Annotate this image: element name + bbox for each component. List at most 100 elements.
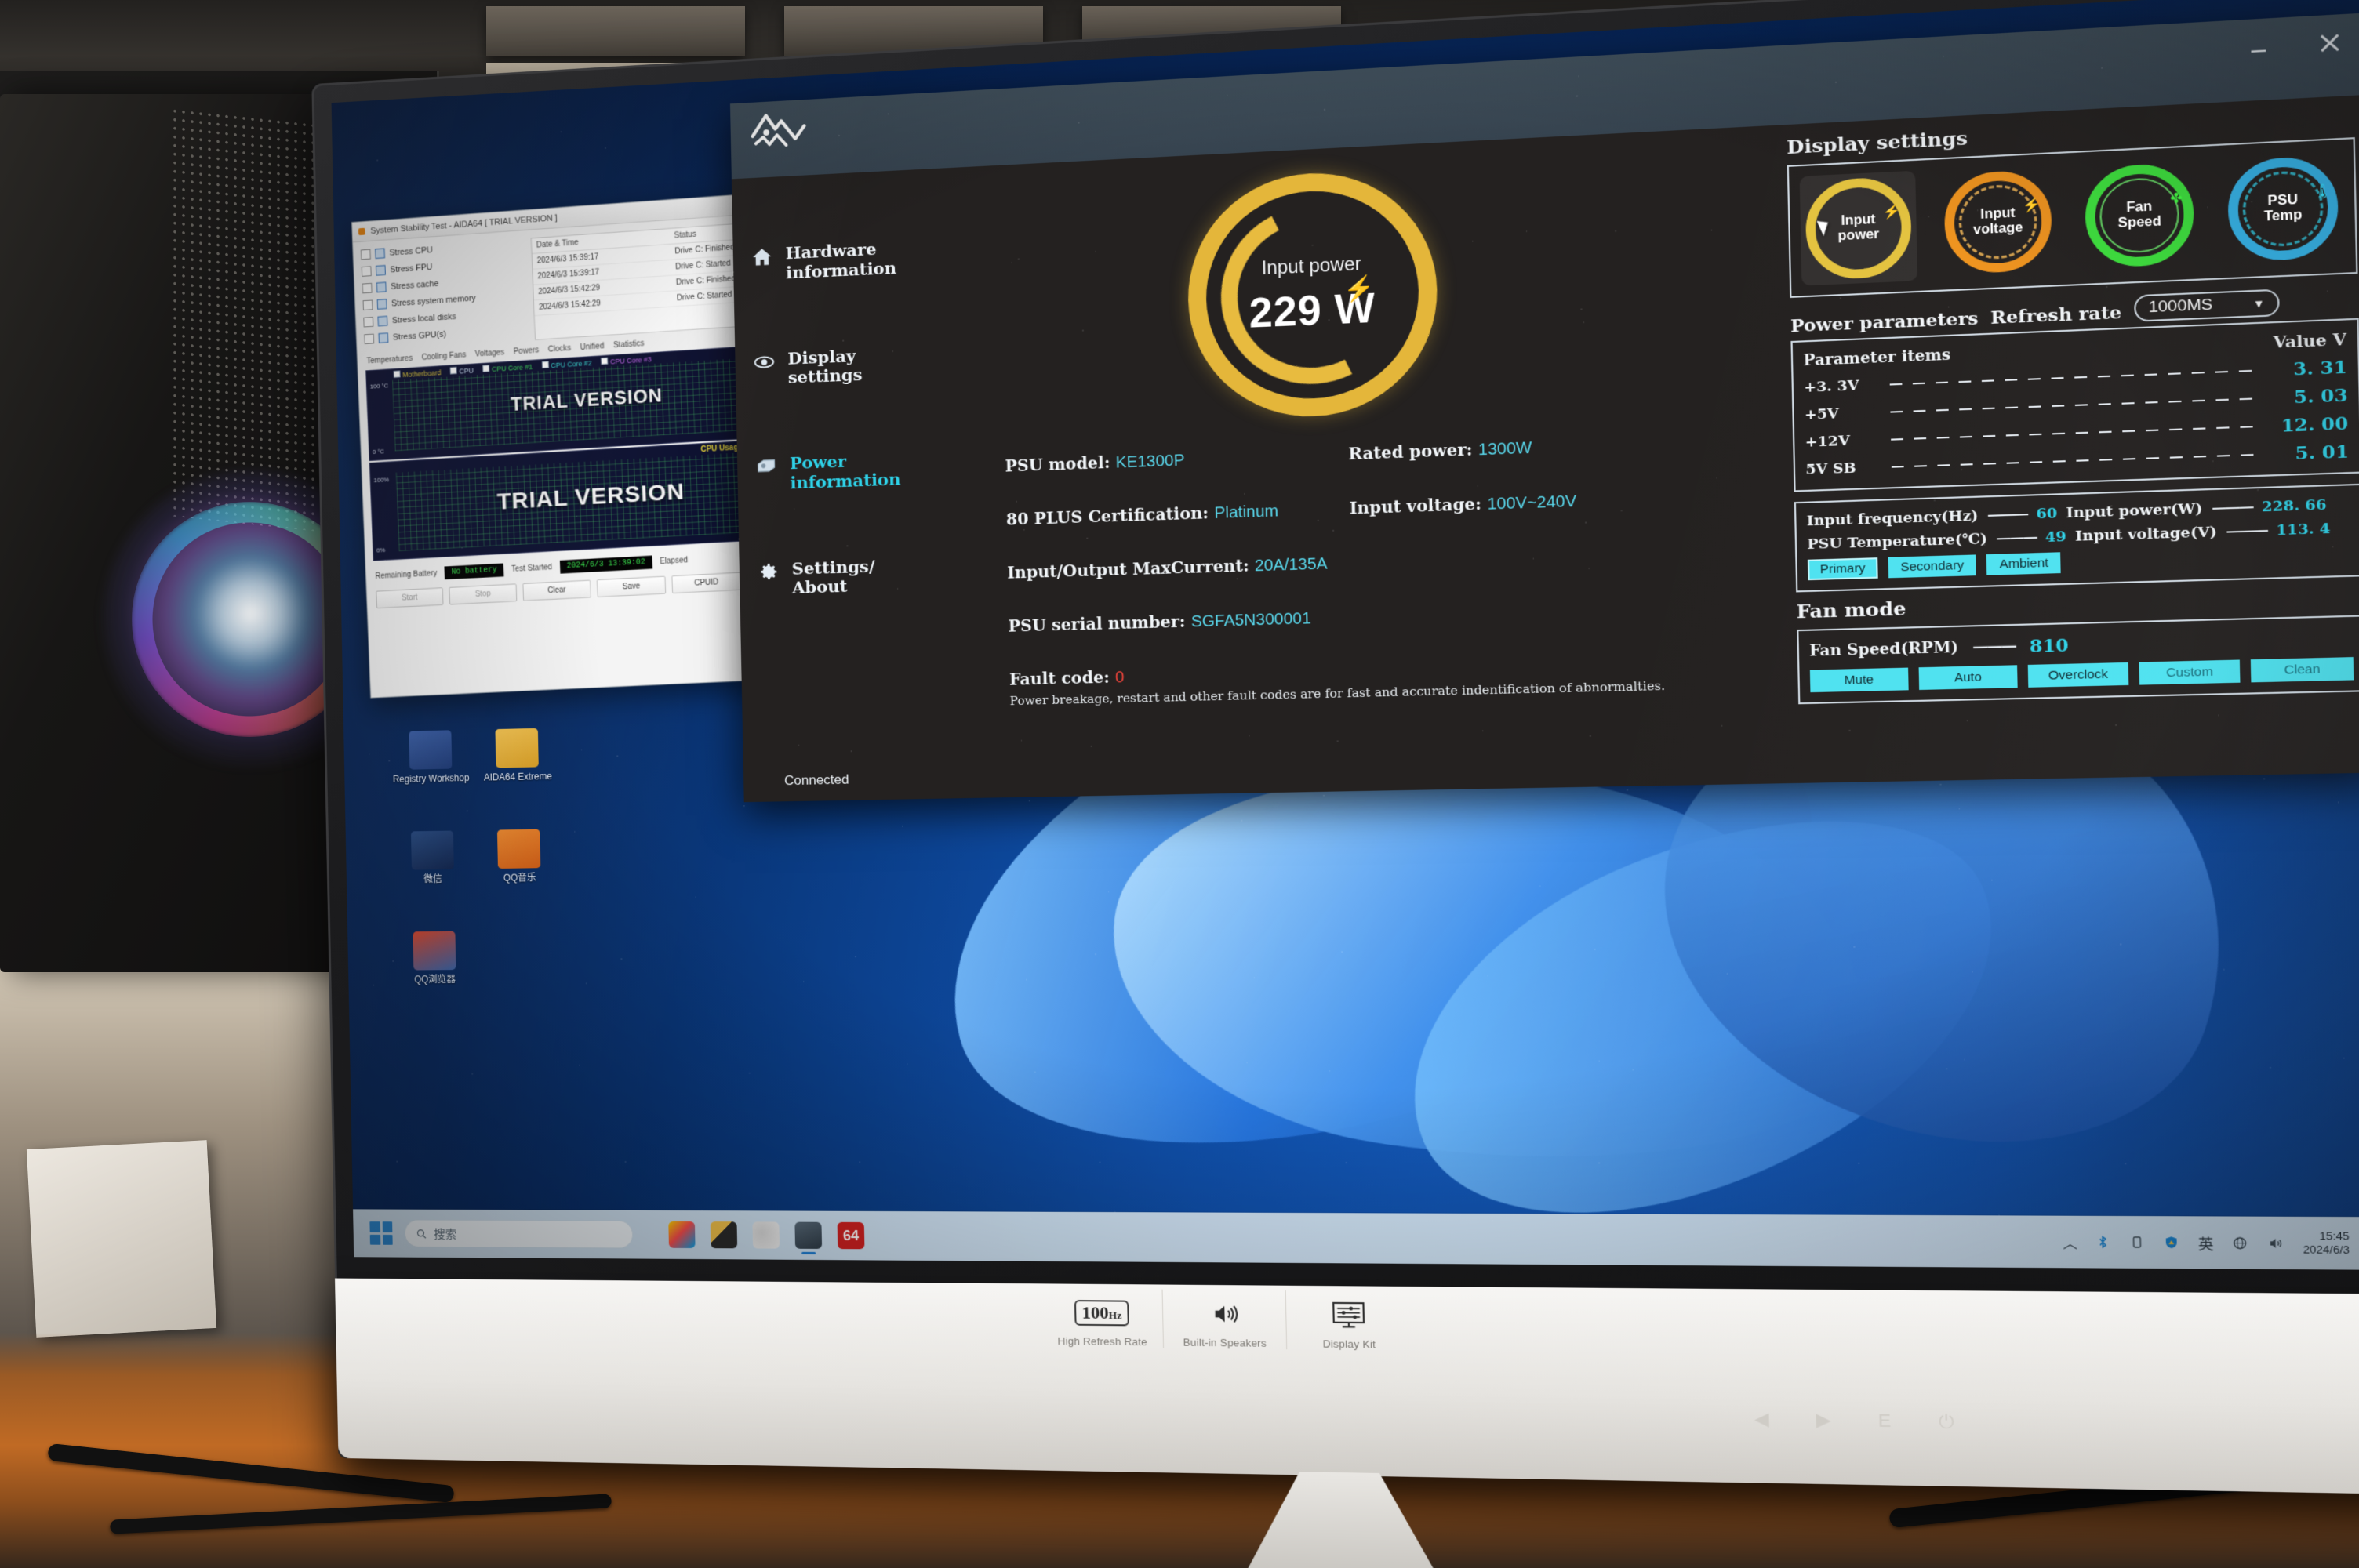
stop-button[interactable]: Stop (449, 583, 518, 605)
desktop-icon[interactable]: QQ浏览器 (393, 931, 477, 985)
checkbox[interactable] (541, 361, 549, 369)
cpuid-button[interactable]: CPUID (671, 572, 742, 594)
fan-mode-auto-button[interactable]: Auto (1918, 665, 2018, 691)
checkbox[interactable] (601, 357, 609, 365)
checkbox[interactable] (378, 332, 389, 343)
dial-input-voltage[interactable]: Input voltage ⚡ (1938, 164, 2058, 280)
tab-powers[interactable]: Powers (514, 346, 540, 356)
bluetooth-icon[interactable] (2095, 1235, 2111, 1250)
fan-mode-mute-button[interactable]: Mute (1809, 667, 1909, 693)
taskbar-app-aida64[interactable]: 64 (837, 1221, 865, 1250)
network-icon[interactable] (2231, 1235, 2249, 1251)
dash-leader (1890, 397, 2252, 413)
tab-unified[interactable]: Unified (580, 342, 605, 352)
system-tray[interactable]: ︿ 英 15:45 2024/6/3 (2063, 1229, 2359, 1258)
badge-display-kit: Display Kit (1286, 1290, 1412, 1351)
psu-monitor-window[interactable]: Hardware information Display settings Po… (729, 13, 2359, 803)
input-voltage-label: Input voltage: (1349, 494, 1482, 518)
graph-y-min: 0 °C (372, 448, 385, 456)
connection-status: Connected (783, 771, 849, 789)
desktop-icon-grid: Registry Workshop AIDA64 Extreme 微信 QQ音乐 (389, 728, 577, 1032)
psu-box-icon (754, 455, 779, 479)
dial-psu-temp[interactable]: PSU Temp 🌡 (2222, 150, 2345, 267)
fan-mode-overclock-button[interactable]: Overclock (2027, 662, 2129, 688)
clear-button[interactable]: Clear (522, 579, 591, 601)
eye-icon (752, 350, 776, 374)
windows-desktop[interactable]: Registry Workshop AIDA64 Extreme 微信 QQ音乐 (331, 0, 2359, 1271)
photo-scene: Commander Registry Workshop (0, 0, 2359, 1568)
chevron-up-icon[interactable]: ︿ (2063, 1232, 2077, 1252)
dial-label: Fan Speed (2117, 199, 2161, 231)
checkbox[interactable] (376, 299, 387, 310)
checkbox[interactable] (376, 281, 387, 293)
monitor-osd-buttons[interactable]: ◀ ▶ E ⏻ (1754, 1408, 1954, 1432)
dial-input-power[interactable]: Input power ⚡ (1799, 170, 1918, 286)
refresh-rate-dropdown[interactable]: 1000MS ▼ (2133, 289, 2280, 322)
stress-option[interactable]: Stress local disks (363, 307, 526, 328)
type-icon (362, 299, 373, 310)
ime-indicator[interactable]: 英 (2197, 1232, 2214, 1253)
sidebar-item-display-settings[interactable]: Display settings (752, 341, 972, 389)
certification-value: Platinum (1214, 502, 1279, 523)
taskbar-app-psu-monitor[interactable] (794, 1221, 823, 1249)
chip-secondary[interactable]: Secondary (1888, 554, 1977, 579)
stress-option[interactable]: Stress GPU(s) (364, 324, 527, 345)
app-icon (409, 730, 453, 770)
app-icon (410, 830, 454, 870)
osd-exit-button[interactable]: E (1878, 1410, 1892, 1432)
fault-code-field: Fault code: 0 (1009, 667, 1125, 690)
osd-next-button[interactable]: ▶ (1816, 1409, 1830, 1431)
tab-voltages[interactable]: Voltages (475, 348, 505, 358)
desktop-icon[interactable]: 微信 (391, 830, 474, 885)
tab-temperatures[interactable]: Temperatures (366, 354, 413, 366)
battery-value: No battery (444, 563, 504, 580)
fan-mode-clean-button[interactable]: Clean (2251, 657, 2354, 683)
search-input[interactable]: 搜索 (404, 1219, 634, 1249)
checkbox[interactable] (393, 370, 401, 378)
sidebar-item-settings-about[interactable]: Settings/ About (757, 554, 977, 599)
start-button[interactable]: Start (376, 587, 444, 609)
fan-mode-custom-button[interactable]: Custom (2139, 659, 2241, 685)
chip-primary[interactable]: Primary (1807, 557, 1878, 581)
desktop-icon[interactable]: QQ音乐 (477, 829, 562, 884)
stress-option[interactable]: Stress system memory (362, 289, 526, 310)
start-button[interactable] (369, 1221, 393, 1245)
live-readings-panel: Input frequency(Hz) ——— 60 Input power(W… (1794, 483, 2359, 593)
desktop-icon[interactable]: Registry Workshop (389, 730, 473, 786)
tab-statistics[interactable]: Statistics (613, 339, 645, 350)
security-shield-icon[interactable] (2164, 1235, 2180, 1250)
input-voltage-value: 100V~240V (1487, 492, 1577, 514)
tab-clocks[interactable]: Clocks (548, 344, 572, 354)
param-name: 5V SB (1805, 459, 1856, 478)
checkbox[interactable] (482, 365, 490, 372)
checkbox[interactable] (449, 366, 457, 375)
checkbox[interactable] (377, 315, 388, 327)
power-parameters-panel: Parameter items Value V +3. 3V 3. 31 +5V (1790, 318, 2359, 492)
app-icon (413, 931, 456, 971)
refresh-rate-label: Refresh rate (1990, 301, 2122, 328)
battery-icon[interactable] (2129, 1235, 2146, 1250)
sidebar-item-hardware-information[interactable]: Hardware information (751, 235, 971, 285)
minimize-button[interactable] (2241, 30, 2276, 64)
desktop-icon[interactable]: AIDA64 Extreme (475, 728, 560, 783)
sidebar-item-power-information[interactable]: Power information (754, 448, 975, 495)
volume-icon[interactable] (2267, 1235, 2285, 1251)
taskbar-app-edge[interactable] (752, 1221, 780, 1249)
osd-prev-button[interactable]: ◀ (1754, 1408, 1769, 1430)
checkbox[interactable] (375, 265, 386, 276)
tab-cooling-fans[interactable]: Cooling Fans (421, 350, 466, 361)
cardboard-box (26, 1140, 217, 1338)
taskbar-app-photos[interactable] (668, 1221, 696, 1249)
badge-label: Built-in Speakers (1183, 1336, 1267, 1349)
taskbar-app-file-explorer[interactable] (710, 1221, 738, 1249)
checkbox[interactable] (375, 248, 386, 260)
stress-option-label: Stress local disks (391, 311, 456, 325)
max-current-field: Input/Output MaxCurrent: 20A/135A (1007, 554, 1328, 583)
close-button[interactable] (2312, 26, 2347, 60)
taskbar-clock[interactable]: 15:45 2024/6/3 (2303, 1229, 2350, 1258)
chip-ambient[interactable]: Ambient (1986, 552, 2062, 575)
dial-fan-speed[interactable]: Fan Speed ✤ (2079, 157, 2201, 274)
save-button[interactable]: Save (596, 575, 667, 597)
osd-power-button[interactable]: ⏻ (1939, 1411, 1954, 1433)
psu-sidebar: Hardware information Display settings Po… (732, 167, 981, 802)
